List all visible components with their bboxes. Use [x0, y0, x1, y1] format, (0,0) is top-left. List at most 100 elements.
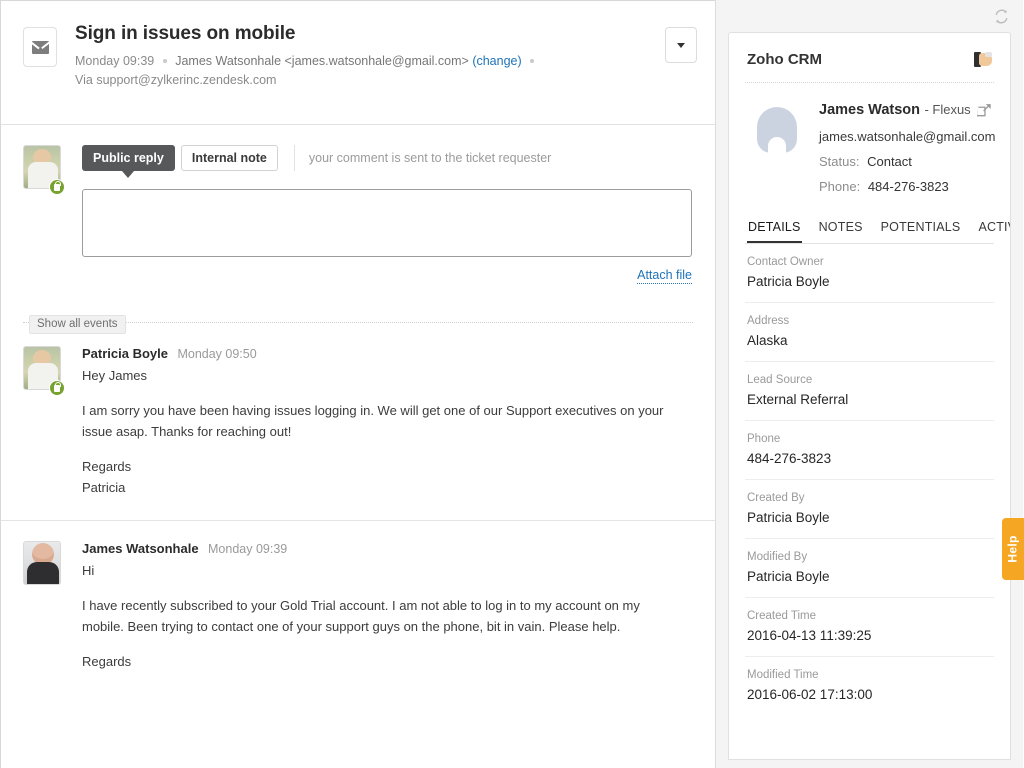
- field-contact-owner: Contact Owner Patricia Boyle: [745, 244, 994, 303]
- comment-avatar-wrap: [23, 541, 63, 672]
- reply-input[interactable]: [82, 189, 692, 257]
- field-label: Lead Source: [747, 372, 992, 388]
- contact-phone-row: Phone: 484-276-3823: [819, 179, 996, 194]
- help-tab-label: Help: [1006, 535, 1020, 562]
- field-value: Patricia Boyle: [747, 509, 992, 527]
- ticket-requester: James Watsonhale <james.watsonhale@gmail…: [175, 54, 469, 68]
- comment-body: Patricia Boyle Monday 09:50 Hey James I …: [82, 346, 691, 498]
- help-tab-button[interactable]: Help: [1002, 518, 1024, 580]
- field-label: Contact Owner: [747, 254, 992, 270]
- comment-paragraph: Regards: [82, 651, 682, 672]
- tab-potentials[interactable]: POTENTIALS: [880, 214, 962, 243]
- comment-time: Monday 09:50: [177, 347, 256, 361]
- field-value: Patricia Boyle: [747, 273, 992, 291]
- crm-contact-summary: James Watson - Flexus james.watsonhale@g…: [745, 83, 994, 214]
- show-all-events-button[interactable]: Show all events: [29, 315, 126, 334]
- meta-separator-icon: [163, 59, 167, 63]
- field-created-by: Created By Patricia Boyle: [745, 480, 994, 539]
- change-requester-link[interactable]: (change): [472, 54, 521, 68]
- events-divider: Show all events: [23, 314, 693, 330]
- composer-body: Public reply Internal note your comment …: [82, 145, 692, 284]
- field-value: Alaska: [747, 332, 992, 350]
- chevron-down-icon: [677, 43, 685, 48]
- page-title: Sign in issues on mobile: [75, 23, 665, 45]
- contact-status-value: Contact: [867, 154, 912, 169]
- comment-author: Patricia Boyle: [82, 346, 168, 361]
- comment-paragraph: Patricia: [82, 477, 682, 498]
- channel-mail-tile: [23, 27, 57, 67]
- field-value: 484-276-3823: [747, 450, 992, 468]
- crm-sidebar: Zoho CRM James Watson - Flexus james.wat…: [716, 0, 1023, 768]
- ticket-header: Sign in issues on mobile Monday 09:39 Ja…: [1, 1, 715, 125]
- ticket-time: Monday 09:39: [75, 54, 154, 68]
- field-value: External Referral: [747, 391, 992, 409]
- field-label: Phone: [747, 431, 992, 447]
- ticket-pane: Sign in issues on mobile Monday 09:39 Ja…: [0, 0, 716, 768]
- field-modified-by: Modified By Patricia Boyle: [745, 539, 994, 598]
- contact-status-label: Status:: [819, 154, 859, 169]
- field-phone: Phone 484-276-3823: [745, 421, 994, 480]
- comment-paragraph: I have recently subscribed to your Gold …: [82, 595, 682, 637]
- tab-details[interactable]: DETAILS: [747, 214, 802, 243]
- comment-text: Hi I have recently subscribed to your Go…: [82, 560, 682, 672]
- comment-paragraph: I am sorry you have been having issues l…: [82, 400, 682, 442]
- comment-paragraph: Hey James: [82, 365, 682, 386]
- field-lead-source: Lead Source External Referral: [745, 362, 994, 421]
- attach-file-link[interactable]: Attach file: [637, 268, 692, 284]
- contact-org: - Flexus: [924, 102, 970, 117]
- list-item: Patricia Boyle Monday 09:50 Hey James I …: [1, 330, 715, 498]
- field-label: Modified By: [747, 549, 992, 565]
- contact-name: James Watson: [819, 102, 920, 118]
- list-item: James Watsonhale Monday 09:39 Hi I have …: [1, 520, 715, 672]
- ticket-header-text: Sign in issues on mobile Monday 09:39 Ja…: [75, 23, 665, 90]
- field-value: 2016-04-13 11:39:25: [747, 627, 992, 645]
- comment-time: Monday 09:39: [208, 542, 287, 556]
- field-label: Modified Time: [747, 667, 992, 683]
- composer-divider: [294, 145, 295, 171]
- contact-email: james.watsonhale@gmail.com: [819, 129, 996, 144]
- comment-text: Hey James I am sorry you have been havin…: [82, 365, 682, 498]
- comment-paragraph: Regards: [82, 456, 682, 477]
- contact-phone-value: 484-276-3823: [868, 179, 949, 194]
- app-root: Sign in issues on mobile Monday 09:39 Ja…: [0, 0, 1024, 768]
- ticket-options-dropdown-button[interactable]: [665, 27, 697, 63]
- comment-header: James Watsonhale Monday 09:39: [82, 541, 691, 557]
- composer-channel-row: Public reply Internal note your comment …: [82, 145, 692, 171]
- composer-avatar-wrap: [23, 145, 63, 284]
- field-address: Address Alaska: [745, 303, 994, 362]
- tab-activities[interactable]: ACTIVITIES: [977, 214, 1011, 243]
- field-value: 2016-06-02 17:13:00: [747, 686, 992, 704]
- tab-notes[interactable]: NOTES: [818, 214, 864, 243]
- ticket-meta: Monday 09:39 James Watsonhale <james.wat…: [75, 52, 545, 90]
- comment-avatar-wrap: [23, 346, 63, 498]
- contact-status-row: Status: Contact: [819, 154, 996, 169]
- attach-row: Attach file: [82, 266, 692, 284]
- field-label: Address: [747, 313, 992, 329]
- reply-composer: Public reply Internal note your comment …: [1, 125, 715, 292]
- crm-tabs: DETAILS NOTES POTENTIALS ACTIVITIES: [745, 214, 994, 244]
- zoho-crm-logo-icon: [974, 52, 992, 67]
- composer-hint: your comment is sent to the ticket reque…: [309, 151, 551, 165]
- tab-public-reply[interactable]: Public reply: [82, 145, 175, 171]
- tab-internal-note[interactable]: Internal note: [181, 145, 278, 171]
- field-label: Created By: [747, 490, 992, 506]
- external-link-icon[interactable]: [977, 103, 992, 118]
- refresh-icon[interactable]: [994, 9, 1009, 24]
- field-label: Created Time: [747, 608, 992, 624]
- crm-field-list: Contact Owner Patricia Boyle Address Ala…: [745, 244, 994, 715]
- crm-app-title: Zoho CRM: [747, 51, 822, 68]
- crm-title-row: Zoho CRM: [745, 33, 994, 83]
- ticket-via-label: Via: [75, 73, 93, 87]
- ticket-via-address: support@zylkerinc.zendesk.com: [96, 73, 276, 87]
- avatar: [23, 541, 61, 585]
- comment-author: James Watsonhale: [82, 541, 199, 556]
- comment-body: James Watsonhale Monday 09:39 Hi I have …: [82, 541, 691, 672]
- crm-card: Zoho CRM James Watson - Flexus james.wat…: [728, 32, 1011, 760]
- comment-paragraph: Hi: [82, 560, 682, 581]
- contact-placeholder-avatar-icon: [747, 101, 807, 163]
- contact-info: James Watson - Flexus james.watsonhale@g…: [819, 101, 996, 194]
- agent-badge-icon: [49, 380, 65, 396]
- field-modified-time: Modified Time 2016-06-02 17:13:00: [745, 657, 994, 715]
- agent-badge-icon: [49, 179, 65, 195]
- field-value: Patricia Boyle: [747, 568, 992, 586]
